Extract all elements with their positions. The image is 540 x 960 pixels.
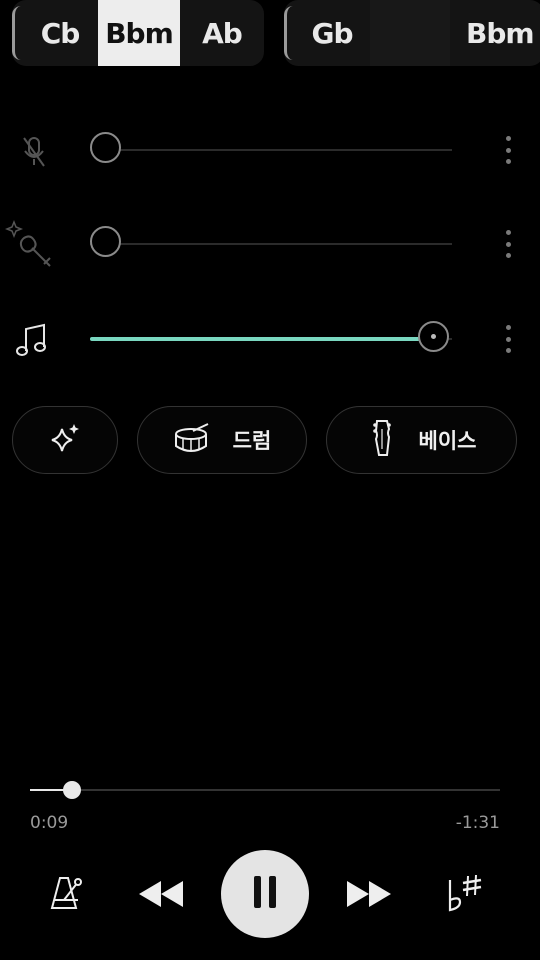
chord-cell[interactable]: Gb [294,0,370,66]
drum-button-label: 드럼 [232,429,272,453]
remaining-time: -1:31 [455,813,500,833]
chord-group-edge [12,6,21,60]
bass-guitar-icon [367,419,397,461]
pause-icon [250,874,280,914]
chord-cell[interactable]: Ab [180,0,264,66]
slider-knob[interactable] [418,321,449,352]
chord-cell-selected[interactable]: Bbm [98,0,180,66]
slider-knob[interactable] [90,132,121,163]
drum-button[interactable]: 드럼 [137,406,307,474]
drum-icon [173,422,211,458]
rewind-icon[interactable] [136,872,186,916]
track-row-vocal [0,120,540,180]
progress-track [30,789,500,791]
chord-group-edge [284,6,293,60]
fast-forward-icon[interactable] [344,872,394,916]
slider-track [90,243,452,245]
volume-slider-instrument[interactable] [90,224,452,264]
more-options-icon[interactable] [504,230,512,258]
pause-button[interactable] [221,850,309,938]
playback-progress[interactable] [30,780,500,800]
track-row-music [0,309,540,369]
track-row-instrument [0,214,540,274]
volume-slider-music[interactable] [90,319,452,359]
bass-button[interactable]: 베이스 [326,406,517,474]
sparkle-icon [48,421,82,459]
flat-sharp-icon[interactable] [440,870,488,918]
volume-slider-vocal[interactable] [90,130,452,170]
slider-knob[interactable] [90,226,121,257]
chord-cell[interactable]: Bbm [450,0,540,66]
ai-button[interactable] [12,406,118,474]
magic-instrument-icon[interactable] [4,218,56,270]
mic-muted-icon[interactable] [12,132,56,172]
more-options-icon[interactable] [504,136,512,164]
chord-cell-empty[interactable] [370,0,450,66]
progress-knob[interactable] [63,781,81,799]
metronome-icon[interactable] [44,872,88,916]
slider-track [90,149,452,151]
elapsed-time: 0:09 [30,813,69,833]
music-note-icon[interactable] [12,321,56,361]
chord-cell[interactable]: Cb [22,0,98,66]
more-options-icon[interactable] [504,325,512,353]
chord-strip: Cb Bbm Ab Gb Bbm [0,0,540,68]
bass-button-label: 베이스 [418,429,477,453]
chord-group-next: Gb Bbm [284,0,540,66]
chord-group-current: Cb Bbm Ab [12,0,264,66]
slider-fill [90,337,420,341]
